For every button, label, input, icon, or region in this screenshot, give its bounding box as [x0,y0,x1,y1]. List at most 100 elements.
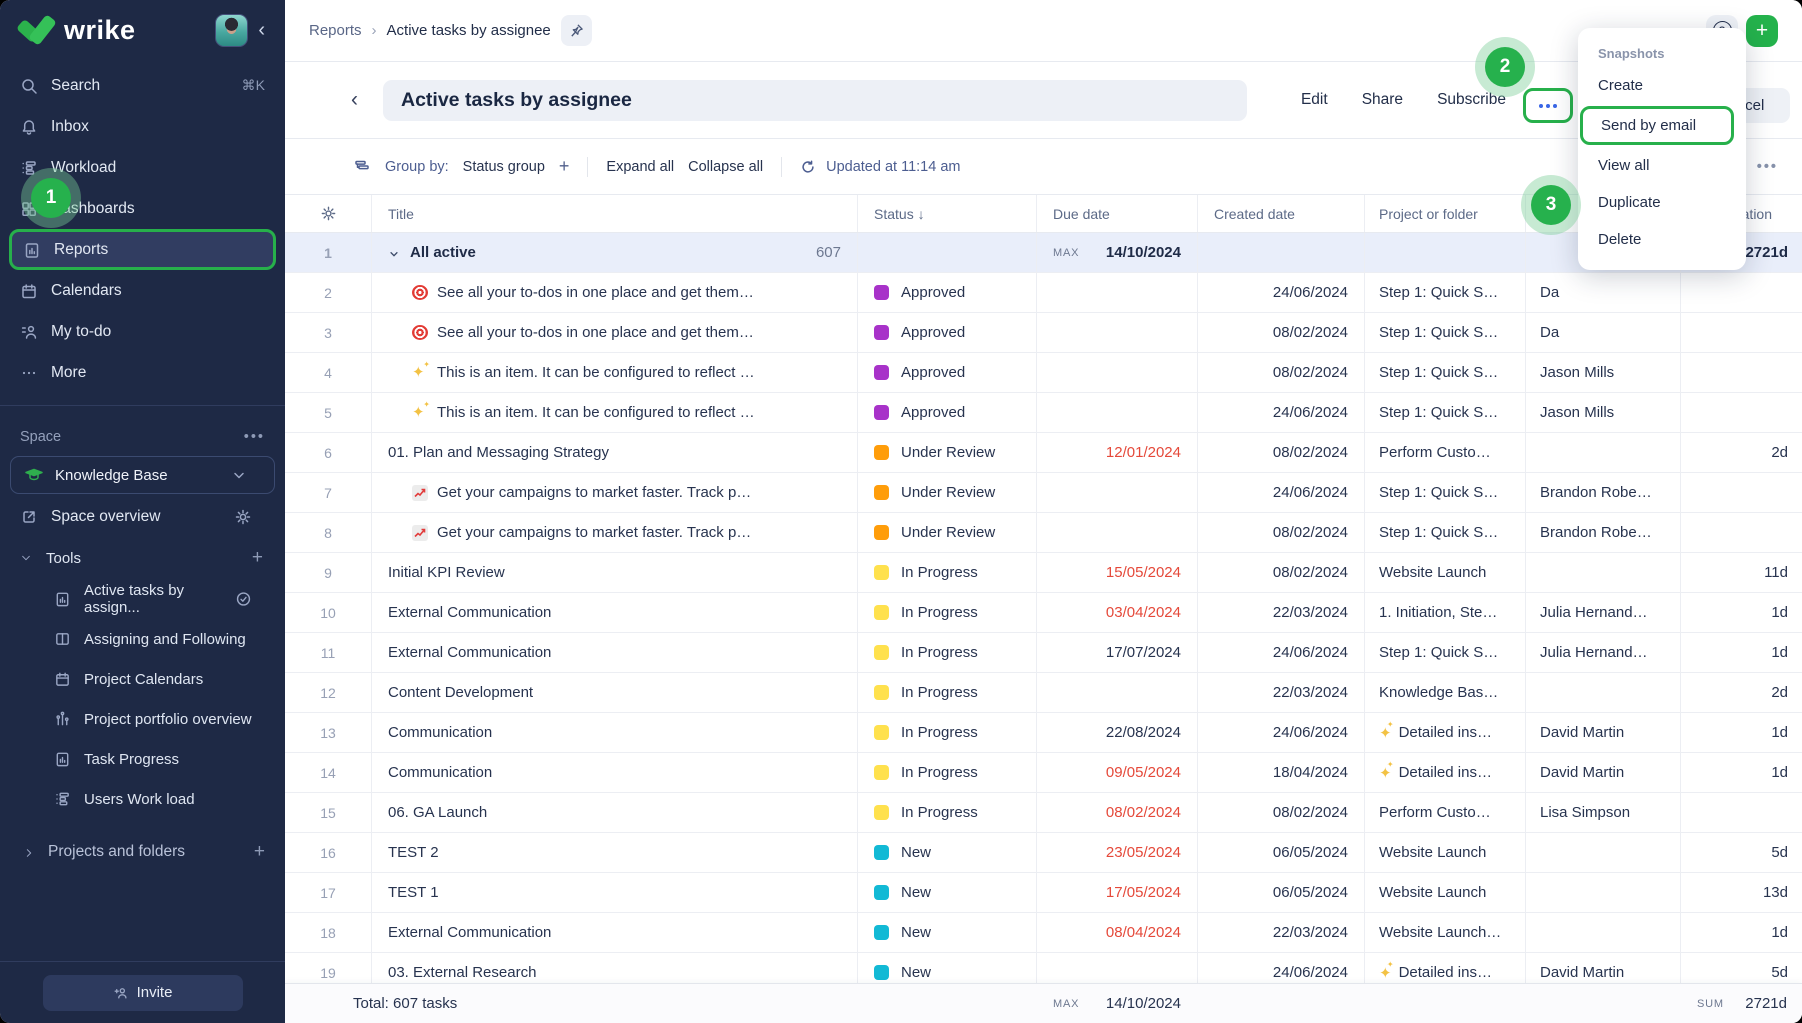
tool-item-users-workload[interactable]: Users Work load [0,779,285,819]
table-row[interactable]: 8Get your campaigns to market faster. Tr… [285,513,1802,553]
status-label: In Progress [901,604,978,621]
avatar[interactable] [215,14,248,47]
max-prefix: MAX [1053,247,1079,259]
group-row-all-active[interactable]: 1 All active 607 MAX 14/10/2024 2721d [285,233,1802,273]
project-cell: Step 1: Quick S… [1365,633,1526,672]
table-row[interactable]: 1506. GA LaunchIn Progress08/02/202408/0… [285,793,1802,833]
status-cell: Under Review [858,433,1037,472]
status-color-chip [874,845,889,860]
table-row[interactable]: 18External CommunicationNew08/04/202422/… [285,913,1802,953]
status-label: In Progress [901,724,978,741]
refresh-icon[interactable] [800,159,816,175]
menu-item-send-by-email[interactable]: Send by email [1580,106,1734,145]
status-color-chip [874,405,889,420]
gear-icon[interactable] [320,205,337,222]
report-more-button[interactable] [1523,88,1573,123]
task-title: Get your campaigns to market faster. Tra… [437,524,751,541]
created-date-cell: 06/05/2024 [1198,833,1365,872]
step-badge-2: 2 [1485,47,1525,87]
share-button[interactable]: Share [1362,91,1403,109]
menu-item-duplicate[interactable]: Duplicate [1578,184,1746,221]
add-group-icon[interactable]: + [559,156,570,177]
duration-cell [1681,473,1802,512]
search-label: Search [51,77,100,95]
table-row[interactable]: 10External CommunicationIn Progress03/04… [285,593,1802,633]
invite-button[interactable]: Invite [43,975,243,1011]
group-by-value[interactable]: Status group [463,159,545,175]
tools-section-header[interactable]: Tools + [0,537,285,579]
table-row[interactable]: 14CommunicationIn Progress09/05/202418/0… [285,753,1802,793]
edit-button[interactable]: Edit [1301,91,1328,109]
sidebar-item-inbox[interactable]: Inbox [0,106,285,147]
duration-cell [1681,353,1802,392]
tool-item-portfolio[interactable]: Project portfolio overview [0,699,285,739]
row-number: 14 [285,753,372,792]
table-row[interactable]: 3See all your to-dos in one place and ge… [285,313,1802,353]
sidebar-item-calendars[interactable]: Calendars [0,270,285,311]
column-header-status[interactable]: Status ↓ [858,195,1037,232]
toolbar-more-icon[interactable]: ••• [1757,159,1778,175]
assignee-cell: Jason Mills [1526,353,1681,392]
gear-icon[interactable] [234,508,252,526]
table-row[interactable]: 4✦✦This is an item. It can be configured… [285,353,1802,393]
collapse-all-button[interactable]: Collapse all [688,159,763,175]
duration-cell [1681,513,1802,552]
table-row[interactable]: 7Get your campaigns to market faster. Tr… [285,473,1802,513]
sidebar-item-space-overview[interactable]: Space overview [0,496,285,537]
expand-all-button[interactable]: Expand all [606,159,674,175]
project-cell: Step 1: Quick S… [1365,273,1526,312]
sidebar-item-search[interactable]: Search ⌘K [0,65,285,106]
table-row[interactable]: 16TEST 2New23/05/202406/05/2024Website L… [285,833,1802,873]
table-row[interactable]: 11External CommunicationIn Progress17/07… [285,633,1802,673]
sidebar-item-projects-folders[interactable]: Projects and folders + [0,831,285,872]
space-selector-knowledge-base[interactable]: Knowledge Base [10,456,275,494]
table-row[interactable]: 601. Plan and Messaging StrategyUnder Re… [285,433,1802,473]
table-row[interactable]: 13CommunicationIn Progress22/08/202424/0… [285,713,1802,753]
assignee-cell [1526,433,1681,472]
table-row[interactable]: 2See all your to-dos in one place and ge… [285,273,1802,313]
pin-button[interactable] [561,15,592,46]
footer-max-due: 14/10/2024 [1106,995,1181,1012]
tool-item-project-calendars[interactable]: Project Calendars [0,659,285,699]
create-button[interactable]: + [1746,15,1778,47]
column-header-project[interactable]: Project or folder [1365,195,1526,232]
status-color-chip [874,725,889,740]
menu-item-create[interactable]: Create [1578,67,1746,104]
sidebar-item-my-todo[interactable]: My to-do [0,311,285,352]
add-tool-icon[interactable]: + [252,547,265,569]
duration-cell [1681,793,1802,832]
table-row[interactable]: 12Content DevelopmentIn Progress22/03/20… [285,673,1802,713]
tool-item-active-tasks[interactable]: Active tasks by assign... [0,579,285,619]
table-row[interactable]: 5✦✦This is an item. It can be configured… [285,393,1802,433]
space-more-icon[interactable]: ••• [244,429,265,445]
chevron-down-icon[interactable] [388,247,400,259]
group-by-icon [353,158,371,176]
tool-item-task-progress[interactable]: Task Progress [0,739,285,779]
assignee-cell: Julia Hernand… [1526,633,1681,672]
back-chevron-icon[interactable]: ‹ [351,88,358,112]
table-row[interactable]: 9Initial KPI ReviewIn Progress15/05/2024… [285,553,1802,593]
column-header-due[interactable]: Due date [1037,195,1198,232]
column-header-created[interactable]: Created date [1198,195,1365,232]
assignee-cell: David Martin [1526,753,1681,792]
breadcrumb-reports[interactable]: Reports [309,22,362,39]
table-row[interactable]: 17TEST 1New17/05/202406/05/2024Website L… [285,873,1802,913]
report-title-input[interactable]: Active tasks by assignee [383,80,1247,121]
menu-item-view-all[interactable]: View all [1578,147,1746,184]
wrike-logo[interactable]: wrike [20,15,215,46]
assignee-cell [1526,833,1681,872]
sidebar-collapse-icon[interactable]: ‹ [248,19,271,42]
add-project-icon[interactable]: + [254,841,265,863]
sidebar-item-more[interactable]: More [0,352,285,393]
subscribe-button[interactable]: Subscribe [1437,91,1506,109]
due-date-cell: 17/07/2024 [1037,633,1198,672]
sidebar-item-reports[interactable]: Reports [9,229,276,270]
breadcrumb-separator: › [372,22,377,39]
sidebar-item-label: More [51,364,86,382]
task-title-cell: Content Development [372,673,858,712]
column-header-title[interactable]: Title [372,195,858,232]
created-date-cell: 22/03/2024 [1198,673,1365,712]
tool-item-assigning[interactable]: Assigning and Following [0,619,285,659]
chevron-down-icon[interactable] [20,552,32,564]
menu-item-delete[interactable]: Delete [1578,221,1746,258]
